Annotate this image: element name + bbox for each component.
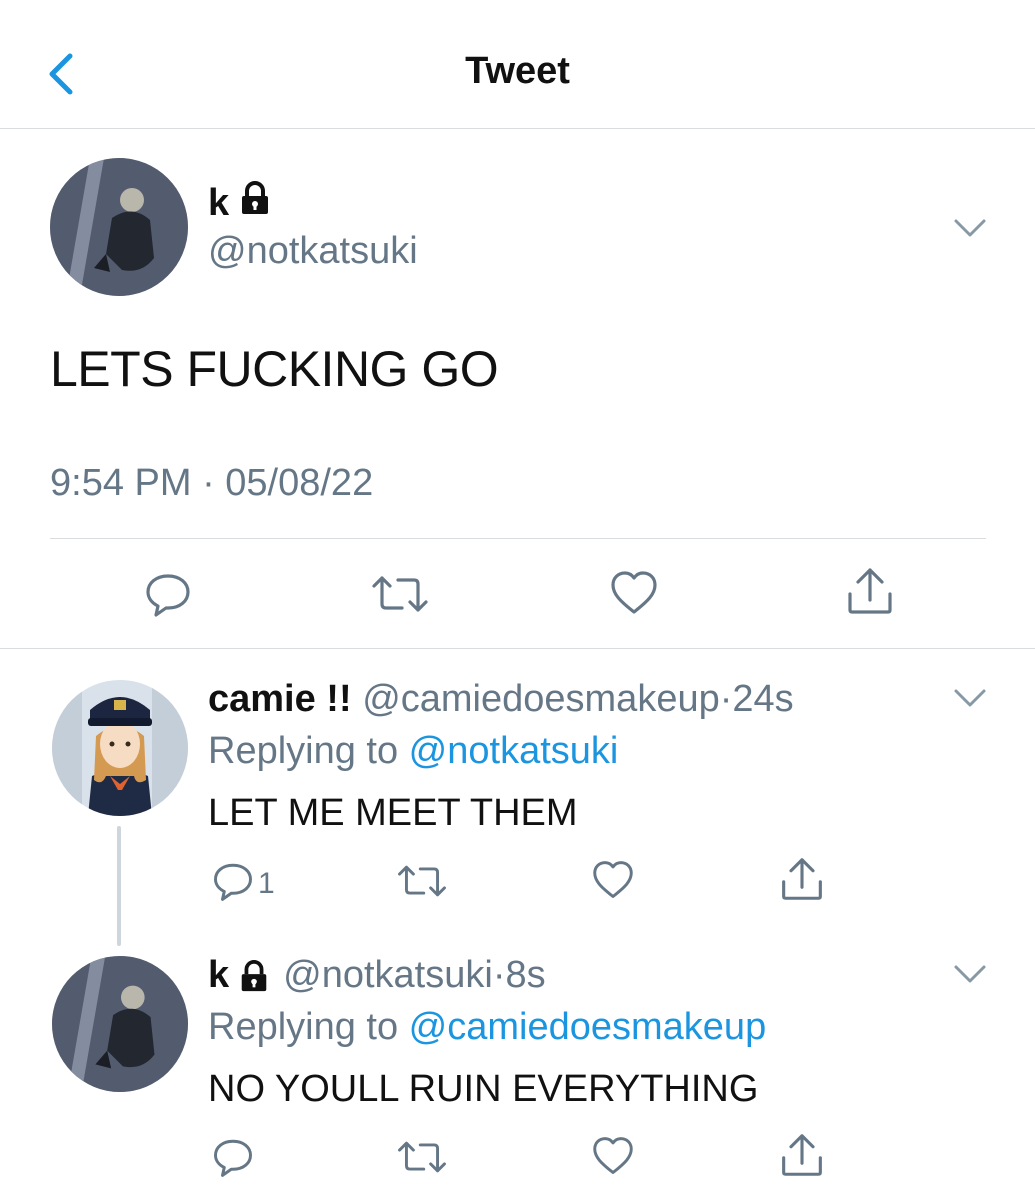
heart-icon	[610, 570, 658, 621]
reply-header: camie !! @camiedoesmakeup·24s	[208, 678, 794, 721]
retweet-button[interactable]	[370, 572, 430, 621]
replying-to-label: Replying to	[208, 1006, 409, 1048]
reply-author-name[interactable]: k	[208, 954, 229, 997]
avatar[interactable]	[50, 158, 188, 296]
avatar[interactable]	[52, 680, 188, 816]
reply-button[interactable]	[144, 570, 192, 623]
share-icon	[846, 566, 894, 621]
like-button[interactable]	[592, 860, 634, 905]
retweet-icon	[396, 1138, 448, 1181]
thread-line	[117, 826, 121, 946]
separator-dot: ·	[492, 954, 506, 996]
author-handle[interactable]: @notkatsuki	[208, 230, 418, 273]
tweet-timestamp[interactable]: 9:54 PM · 05/08/22	[50, 462, 373, 505]
reply-text: LET ME MEET THEM	[208, 792, 578, 834]
lock-icon	[237, 180, 273, 226]
chevron-down-icon[interactable]	[953, 962, 987, 986]
reply-time[interactable]: 24s	[732, 678, 793, 720]
separator-dot: ·	[719, 678, 733, 720]
avatar[interactable]	[52, 956, 188, 1092]
divider	[0, 648, 1035, 649]
reply-time[interactable]: 8s	[505, 954, 545, 997]
replying-to-mention[interactable]: @notkatsuki	[409, 730, 619, 772]
like-button[interactable]	[592, 1136, 634, 1181]
reply-count: 1	[258, 866, 275, 900]
reply-author-handle[interactable]: @notkatsuki	[283, 954, 493, 997]
lock-icon	[237, 959, 271, 993]
top-bar: Tweet	[0, 0, 1035, 129]
replying-to: Replying to @notkatsuki	[208, 730, 618, 773]
reply-button[interactable]: 1	[212, 860, 275, 907]
replying-to: Replying to @camiedoesmakeup	[208, 1006, 766, 1049]
heart-icon	[592, 860, 634, 905]
like-button[interactable]	[610, 570, 658, 621]
share-icon	[780, 1132, 824, 1183]
divider	[50, 538, 986, 539]
chevron-down-icon[interactable]	[953, 686, 987, 710]
reply-icon	[144, 570, 192, 623]
reply-header: k @notkatsuki · 8s	[208, 954, 546, 997]
tweet-text: LETS FUCKING GO	[50, 341, 499, 397]
replying-to-label: Replying to	[208, 730, 409, 772]
share-icon	[780, 856, 824, 907]
reply-button[interactable]	[212, 1136, 254, 1183]
retweet-icon	[370, 572, 430, 621]
retweet-button[interactable]	[396, 1138, 448, 1181]
share-button[interactable]	[780, 1132, 824, 1183]
page-title: Tweet	[465, 50, 570, 92]
reply-author-handle[interactable]: @camiedoesmakeup	[362, 678, 720, 720]
reply-author-name[interactable]: camie !!	[208, 678, 352, 720]
retweet-icon	[396, 862, 448, 905]
replying-to-mention[interactable]: @camiedoesmakeup	[409, 1006, 767, 1048]
share-button[interactable]	[846, 566, 894, 621]
author-name[interactable]: k	[208, 180, 273, 226]
retweet-button[interactable]	[396, 862, 448, 905]
heart-icon	[592, 1136, 634, 1181]
reply-text: NO YOULL RUIN EVERYTHING	[208, 1068, 759, 1110]
reply-icon	[212, 1136, 254, 1183]
chevron-down-icon[interactable]	[953, 216, 987, 240]
author-name-text: k	[208, 181, 230, 224]
share-button[interactable]	[780, 856, 824, 907]
reply-icon	[212, 860, 254, 907]
